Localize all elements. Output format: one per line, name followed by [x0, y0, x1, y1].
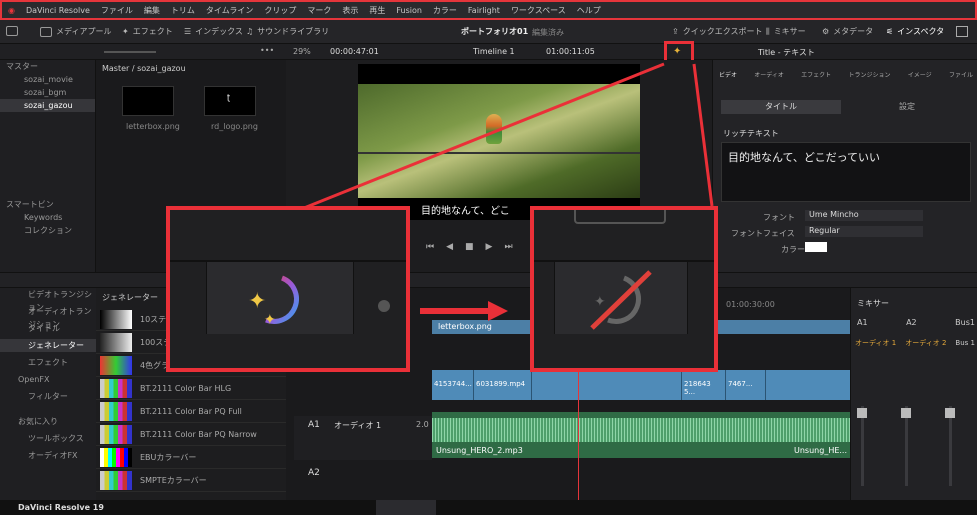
- ai-sparkle-icon: ✦ ✦: [248, 275, 299, 328]
- callout-arrow-head: [488, 301, 508, 321]
- button-edge: [574, 210, 666, 224]
- dot-icon: [378, 300, 390, 312]
- sparkle-glyph: ✦: [594, 294, 606, 310]
- sparkle-glyph: ✦: [248, 289, 266, 314]
- sparkle-glyph: ✦: [264, 312, 276, 328]
- callout-overlay: [303, 62, 714, 321]
- callout-line: [692, 63, 714, 207]
- resolve-window: ◉ DaVinci Resolve ファイル 編集 トリム タイムライン クリッ…: [0, 0, 977, 515]
- zoom-callout-before: ✦ ✦: [166, 206, 410, 372]
- ai-disabled-icon: ✦: [590, 270, 652, 330]
- zoom-callout-after: ✦: [530, 206, 718, 372]
- callout-line: [303, 62, 665, 210]
